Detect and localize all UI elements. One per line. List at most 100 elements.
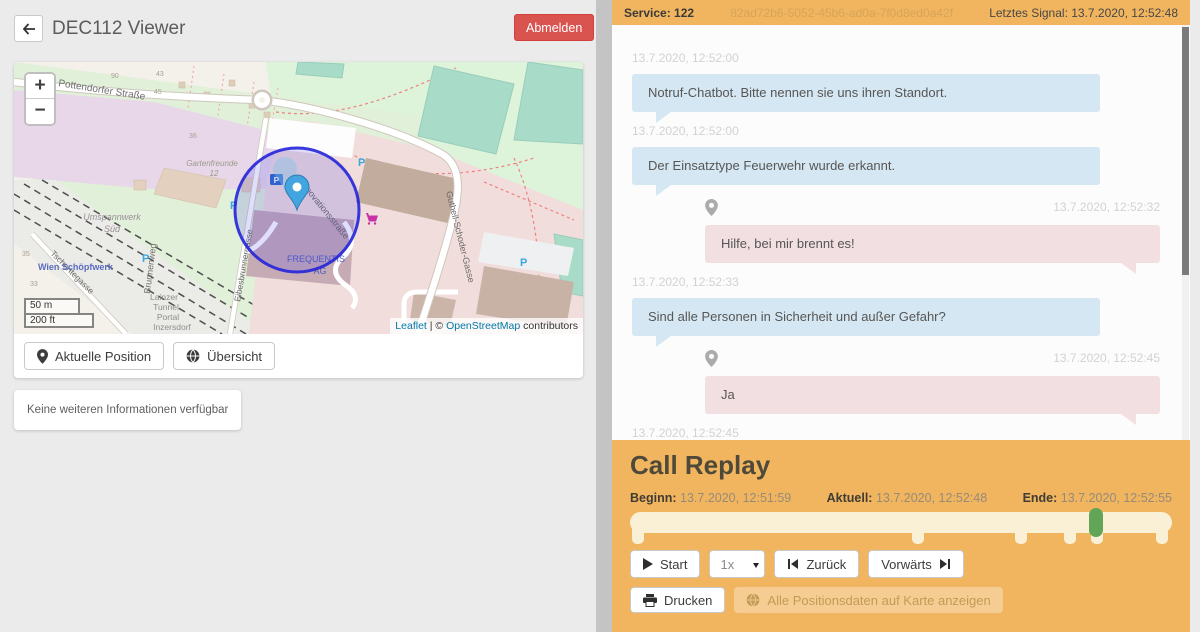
chat-bubble-incoming: Sind alle Personen in Sicherheit und auß… [632,298,1100,336]
dropdown-arrow-icon [753,563,759,571]
current-value: 13.7.2020, 12:52:48 [876,491,987,505]
current-time: Aktuell: 13.7.2020, 12:52:48 [827,491,988,505]
bubble-tail [656,112,671,123]
speed-value: 1x [720,557,734,572]
message-timestamp: 13.7.2020, 12:52:00 [632,52,1160,65]
current-position-button[interactable]: Aktuelle Position [24,342,164,370]
house-number: 90 [111,73,119,80]
chat-bubble-incoming: Notruf-Chatbot. Bitte nennen sie uns ihr… [632,74,1100,112]
call-replay-panel: Call Replay Beginn: 13.7.2020, 12:51:59 … [612,440,1190,632]
zoom-in-button[interactable]: + [26,74,54,99]
dec112-viewer-page: DEC112 Viewer Abmelden [0,0,1200,632]
globe-icon [186,349,200,363]
message-timestamp: 13.7.2020, 12:52:32 [1053,201,1160,214]
house-number: 36 [189,133,197,140]
message-timestamp: 13.7.2020, 12:52:00 [632,125,1160,138]
replay-slider[interactable] [630,512,1172,550]
end-label: Ende: [1023,491,1058,505]
area-label: Lainzer [150,292,178,302]
message-text: Sind alle Personen in Sicherheit und auß… [648,309,946,324]
chat-message: 13.7.2020, 12:52:00 Notruf-Chatbot. Bitt… [632,52,1160,112]
message-text: Hilfe, bei mir brennt es! [721,236,855,251]
replay-times-row: Beginn: 13.7.2020, 12:51:59 Aktuell: 13.… [630,491,1172,505]
osm-link[interactable]: OpenStreetMap [446,320,520,332]
map-canvas: P Pottendorfer Straße Umspannwerk Süd Br… [14,62,583,334]
play-icon [643,558,653,570]
overview-button[interactable]: Übersicht [173,342,275,370]
chat-message: 13.7.2020, 12:52:32 Hilfe, bei mir brenn… [632,198,1160,263]
attribution-copyright: © [435,320,443,332]
replay-controls-row: Start 1x Zurück Vorwärts [630,550,1172,578]
last-signal: Letztes Signal: 13.7.2020, 12:52:48 [989,6,1178,20]
forward-step-label: Vorwärts [881,557,932,572]
message-meta-row: 13.7.2020, 12:52:45 [632,349,1160,367]
chat-message: 13.7.2020, 12:52:33 Sind alle Personen i… [632,276,1160,336]
end-value: 13.7.2020, 12:52:55 [1061,491,1172,505]
session-id: 82ad72b6-5052-45b6-ad0a-7f0d8ed0a42f [694,6,989,20]
chat-message: 13.7.2020, 12:52:45 Ja [632,349,1160,414]
location-pin-icon [705,350,718,367]
parking-label: P [358,157,365,169]
map-card: P Pottendorfer Straße Umspannwerk Süd Br… [14,62,583,378]
show-all-positions-label: Alle Positionsdaten auf Karte anzeigen [767,593,990,608]
slider-tick [1015,526,1027,544]
map-zoom-control: + − [24,72,56,126]
arrow-left-icon [22,23,36,35]
speed-select[interactable]: 1x [709,550,765,578]
chat-scrollbar[interactable] [1182,25,1189,440]
message-timestamp: 13.7.2020, 12:52:45 [632,427,1160,440]
begin-time: Beginn: 13.7.2020, 12:51:59 [630,491,791,505]
zoom-out-button[interactable]: − [26,99,54,124]
begin-value: 13.7.2020, 12:51:59 [680,491,791,505]
current-position-label: Aktuelle Position [55,349,151,364]
area-label: Gartenfreunde [186,159,238,168]
map-scale: 50 m 200 ft [24,298,94,328]
area-label: Portal [157,312,179,322]
replay-secondary-row: Drucken Alle Positionsdaten auf Karte an… [630,587,1172,613]
bubble-tail [1121,263,1136,274]
house-number: 45 [154,89,162,96]
forward-step-button[interactable]: Vorwärts [868,550,964,578]
start-button[interactable]: Start [630,550,700,578]
bubble-tail [1121,414,1136,425]
current-label: Aktuell: [827,491,873,505]
chat-bubble-incoming: Der Einsatztype Feuerwehr wurde erkannt. [632,147,1100,185]
service-bar: Service: 122 82ad72b6-5052-45b6-ad0a-7f0… [612,0,1190,25]
no-info-card: Keine weiteren Informationen verfügbar [14,390,241,430]
slider-thumb[interactable] [1089,508,1103,537]
slider-tick [1156,526,1168,544]
chat-bubble-outgoing: Ja [705,376,1160,414]
skip-back-icon [787,558,799,570]
area-label: 12 [210,169,219,178]
area-label: Umspannwerk [83,212,141,222]
house-number: 43 [156,71,164,78]
viewer-panel: DEC112 Viewer Abmelden [0,0,596,632]
slider-tick [1064,526,1076,544]
end-time: Ende: 13.7.2020, 12:52:55 [1023,491,1172,505]
service-label: Service: 122 [624,6,694,20]
area-label: Inzersdorf [153,322,191,332]
leaflet-link[interactable]: Leaflet [395,320,427,332]
panel-divider [596,0,612,632]
station-label: Wien Schöpfwerk [38,262,114,272]
print-label: Drucken [664,593,712,608]
start-label: Start [660,557,687,572]
scale-imperial: 200 ft [24,313,94,328]
printer-icon [643,594,657,607]
attribution-separator: | [430,320,433,332]
back-step-label: Zurück [806,557,846,572]
call-panel: Service: 122 82ad72b6-5052-45b6-ad0a-7f0… [612,0,1190,632]
area-label: Tunnel [153,302,179,312]
slider-tick [632,526,644,544]
bubble-tail [656,336,671,347]
parking-label: P [142,253,149,265]
area-label: Süd [104,224,121,234]
message-text: Der Einsatztype Feuerwehr wurde erkannt. [648,158,895,173]
chat-scrollbar-thumb[interactable] [1182,27,1189,275]
logout-button[interactable]: Abmelden [514,14,594,41]
back-step-button[interactable]: Zurück [774,550,859,578]
chat-area[interactable]: 13.7.2020, 12:52:00 Notruf-Chatbot. Bitt… [612,25,1190,440]
back-button[interactable] [14,15,43,42]
map[interactable]: P Pottendorfer Straße Umspannwerk Süd Br… [14,62,583,334]
print-button[interactable]: Drucken [630,587,725,613]
